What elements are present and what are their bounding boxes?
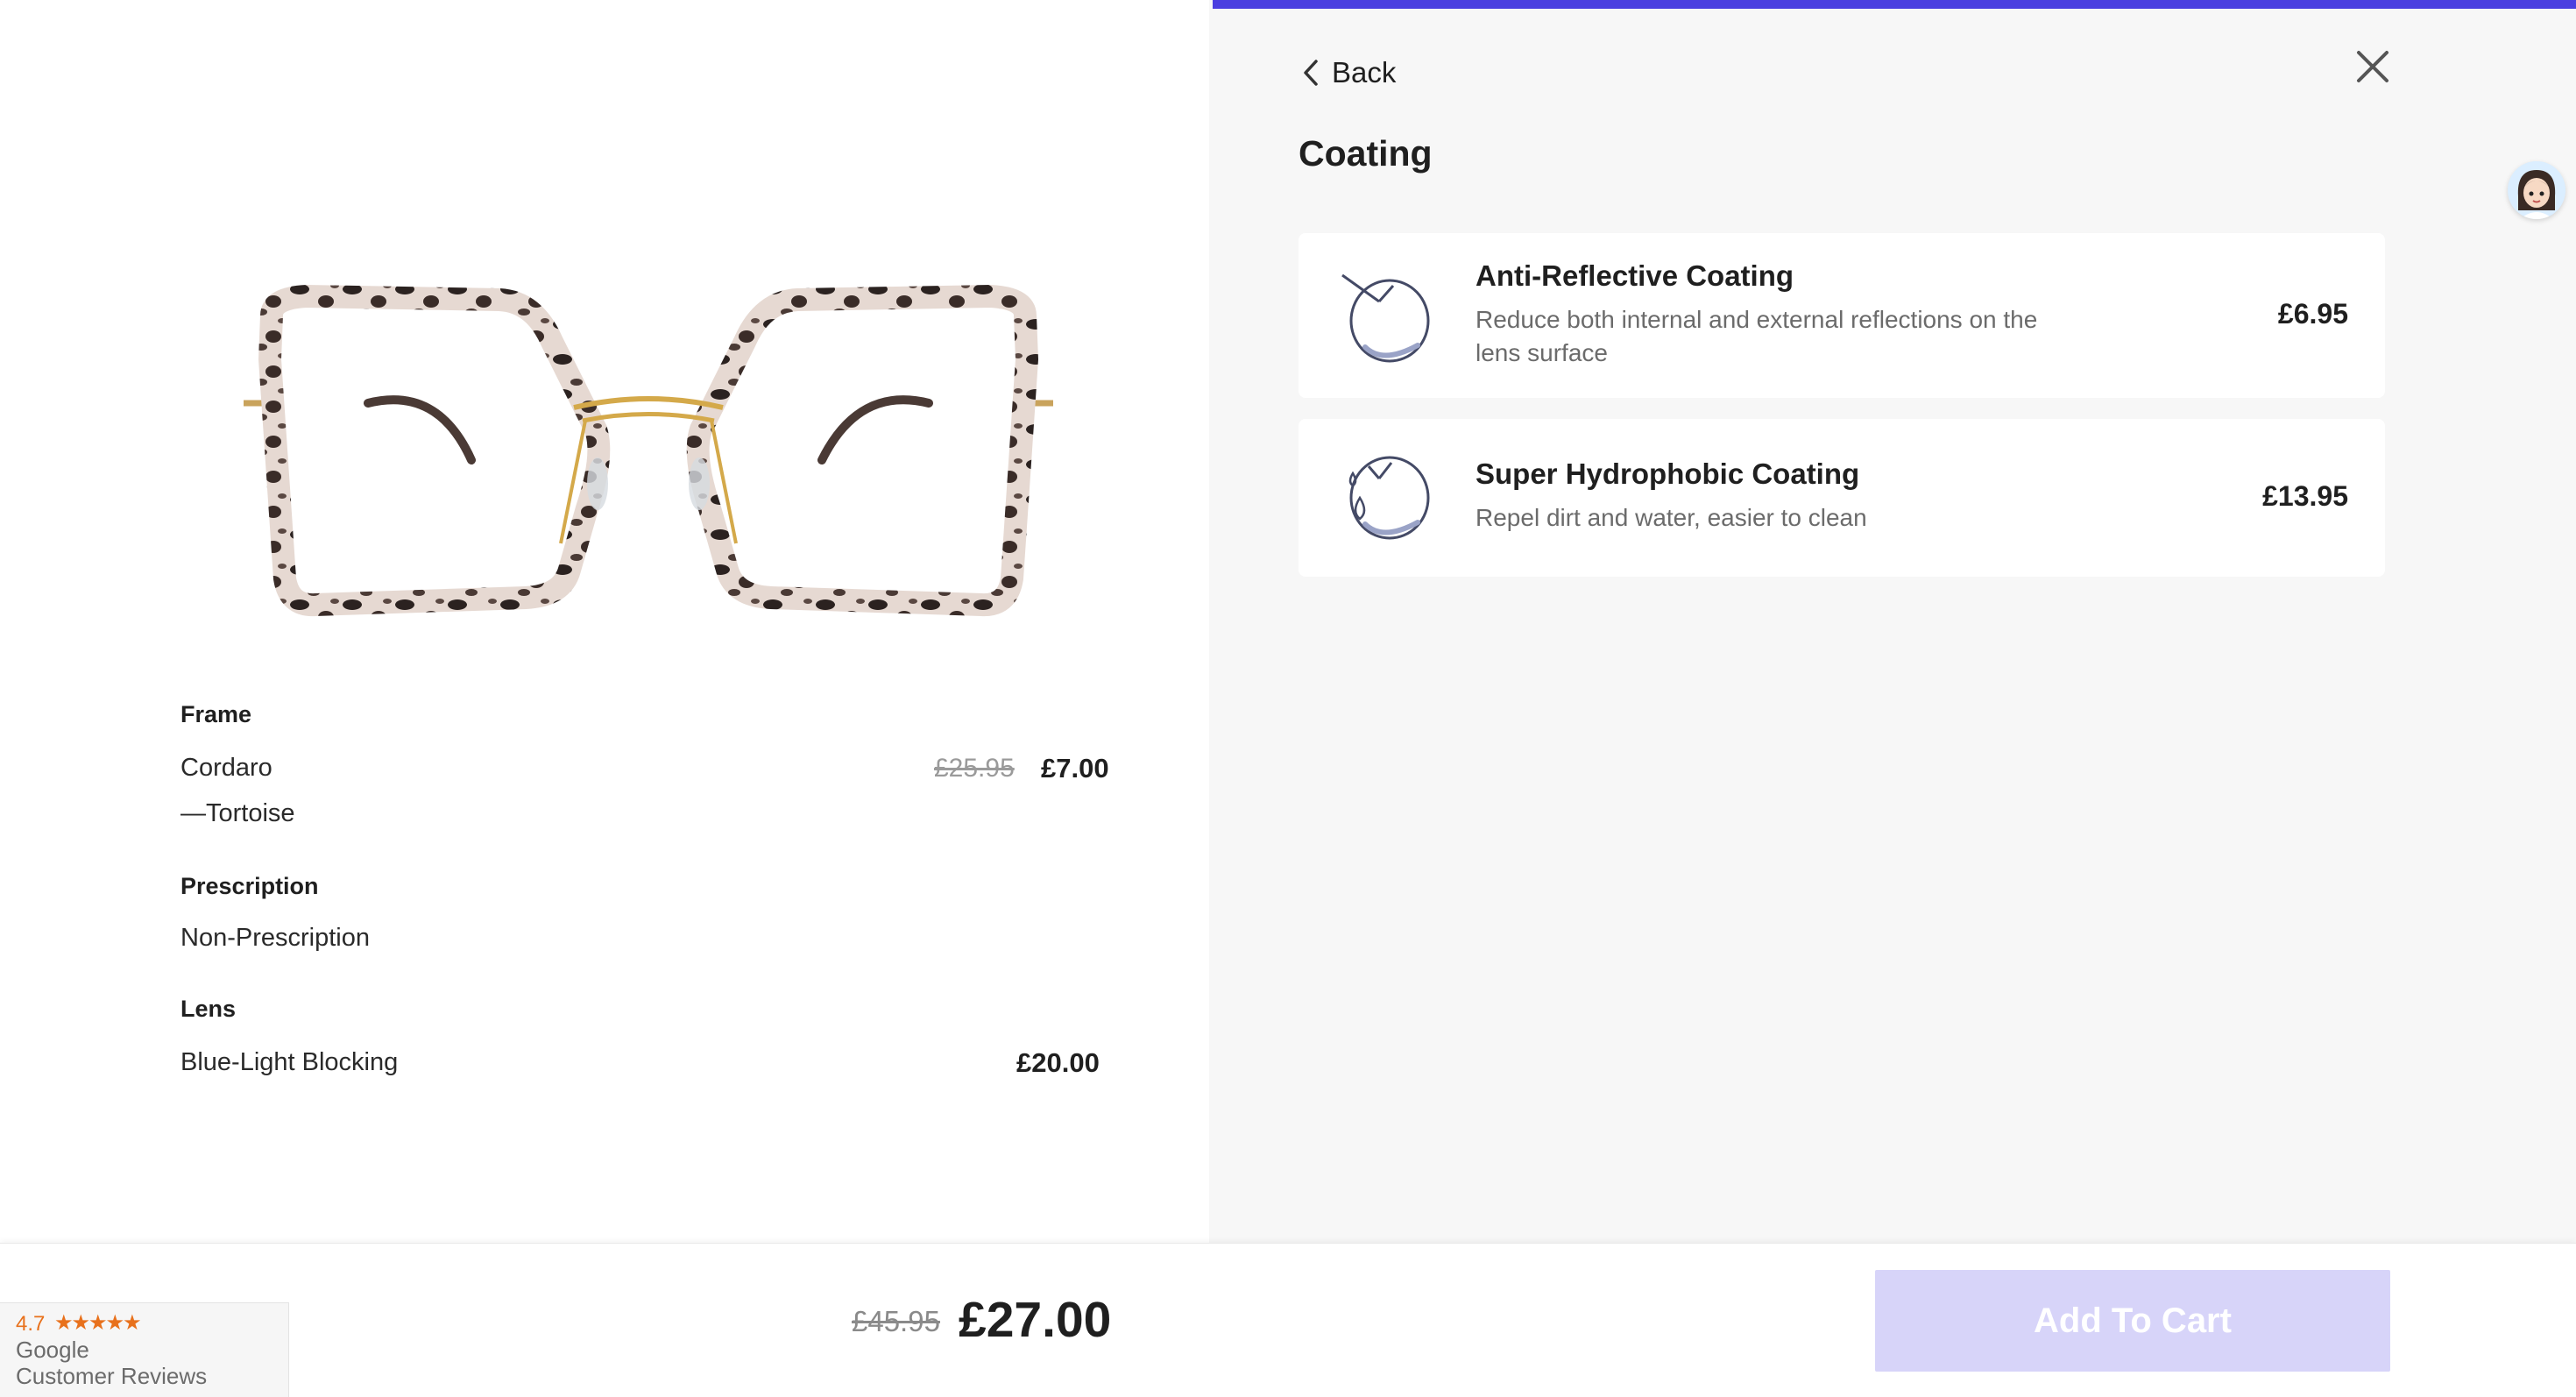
back-label: Back xyxy=(1332,56,1397,89)
prescription-value: Non-Prescription xyxy=(180,924,370,952)
back-button[interactable]: Back xyxy=(1302,53,1396,93)
frame-name: Cordaro xyxy=(180,754,272,782)
option-card-anti-reflective[interactable]: Anti-Reflective Coating Reduce both inte… xyxy=(1299,233,2385,398)
close-icon[interactable] xyxy=(2352,46,2394,88)
coating-config-panel: Back Coating Anti-Reflective Coating Red… xyxy=(1209,0,2576,1243)
star-rating-icon: ★★★★★ xyxy=(54,1311,142,1335)
add-to-cart-button[interactable]: Add To Cart xyxy=(1875,1270,2390,1372)
reviews-brand: Google xyxy=(16,1337,89,1363)
product-summary-panel: Frame Cordaro —Tortoise £25.95 £7.00 Pre… xyxy=(0,0,1209,1243)
frame-section-title: Frame xyxy=(180,701,252,727)
option-description: Reduce both internal and external reflec… xyxy=(1476,306,2038,366)
google-reviews-badge[interactable]: 4.7 ★★★★★ Google Customer Reviews xyxy=(0,1302,289,1397)
prescription-section-title: Prescription xyxy=(180,873,319,899)
option-card-hydrophobic[interactable]: Super Hydrophobic Coating Repel dirt and… xyxy=(1299,419,2385,577)
assistant-avatar-icon xyxy=(2508,161,2565,219)
lens-value: Blue-Light Blocking xyxy=(180,1048,399,1076)
total-price-old: £45.95 xyxy=(852,1305,940,1337)
reviews-rating: 4.7 xyxy=(16,1312,46,1336)
assistant-avatar[interactable] xyxy=(2508,161,2565,219)
reviews-caption: Customer Reviews xyxy=(16,1363,208,1389)
eyeglasses-product-image xyxy=(244,284,1053,617)
lens-water-drop-icon xyxy=(1348,456,1430,540)
frame-price-old: £25.95 xyxy=(934,754,1015,783)
total-price: £27.00 xyxy=(959,1292,1112,1348)
lens-reflection-icon xyxy=(1341,273,1430,363)
frame-color: —Tortoise xyxy=(180,799,295,827)
checkout-bar: l £45.95 £27.00 Add To Cart xyxy=(0,1243,2576,1397)
option-price: £13.95 xyxy=(2262,480,2348,512)
panel-title: Coating xyxy=(1299,133,1433,174)
chevron-left-icon xyxy=(1304,60,1318,86)
lens-price: £20.00 xyxy=(1016,1047,1100,1078)
progress-bar xyxy=(1213,0,2576,9)
option-name: Anti-Reflective Coating xyxy=(1476,259,1794,292)
option-description: Repel dirt and water, easier to clean xyxy=(1476,504,1867,531)
option-price: £6.95 xyxy=(2277,298,2348,330)
lens-section-title: Lens xyxy=(180,996,237,1022)
option-name: Super Hydrophobic Coating xyxy=(1476,457,1860,490)
frame-price: £7.00 xyxy=(1041,753,1109,784)
